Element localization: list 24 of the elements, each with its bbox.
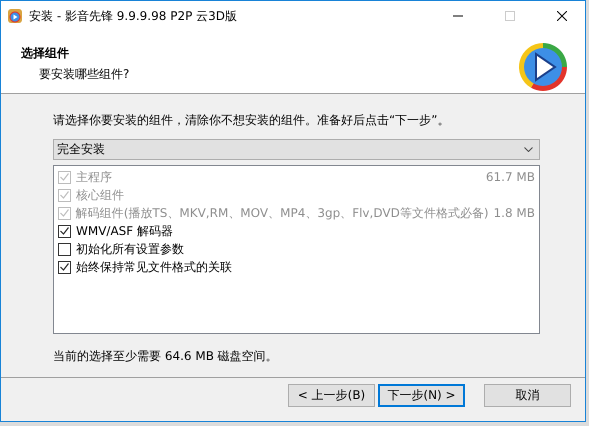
install-type-dropdown[interactable]: 完全安装 (53, 139, 540, 160)
component-size: 1.8 MB (494, 206, 535, 220)
checkbox[interactable] (58, 242, 71, 256)
app-icon (7, 8, 23, 24)
page-subtitle: 要安装哪些组件? (38, 66, 130, 83)
component-label: 解码组件(播放TS、MKV,RM、MOV、MP4、3gp、Flv,DVD等文件格式必备) (76, 204, 489, 222)
dialog-button[interactable]: < 上一步(B) (288, 384, 375, 407)
instruction-text: 请选择你要安装的组件，清除你不想安装的组件。准备好后点击“下一步”。 (53, 112, 450, 129)
close-icon (557, 11, 567, 21)
component-label: 核心组件 (76, 186, 125, 204)
component-label: WMV/ASF 解码器 (76, 222, 174, 240)
window-title: 安装 - 影音先锋 9.9.9.98 P2P 云3D版 (29, 8, 238, 24)
component-label: 初始化所有设置参数 (76, 240, 185, 258)
component-label: 始终保持常见文件格式的关联 (76, 258, 233, 276)
dialog-button[interactable]: 取消 (484, 384, 571, 407)
page-title: 选择组件 (21, 45, 70, 62)
disk-space-text: 当前的选择至少需要 64.6 MB 磁盘空间。 (53, 348, 279, 365)
component-size: 61.7 MB (486, 170, 535, 184)
checkbox[interactable] (58, 260, 71, 274)
dialog-button[interactable]: 下一步(N) > (378, 384, 465, 407)
chevron-down-icon (524, 147, 533, 152)
component-label: 主程序 (76, 168, 113, 186)
checkbox[interactable] (58, 224, 71, 238)
maximize-icon (505, 11, 515, 21)
